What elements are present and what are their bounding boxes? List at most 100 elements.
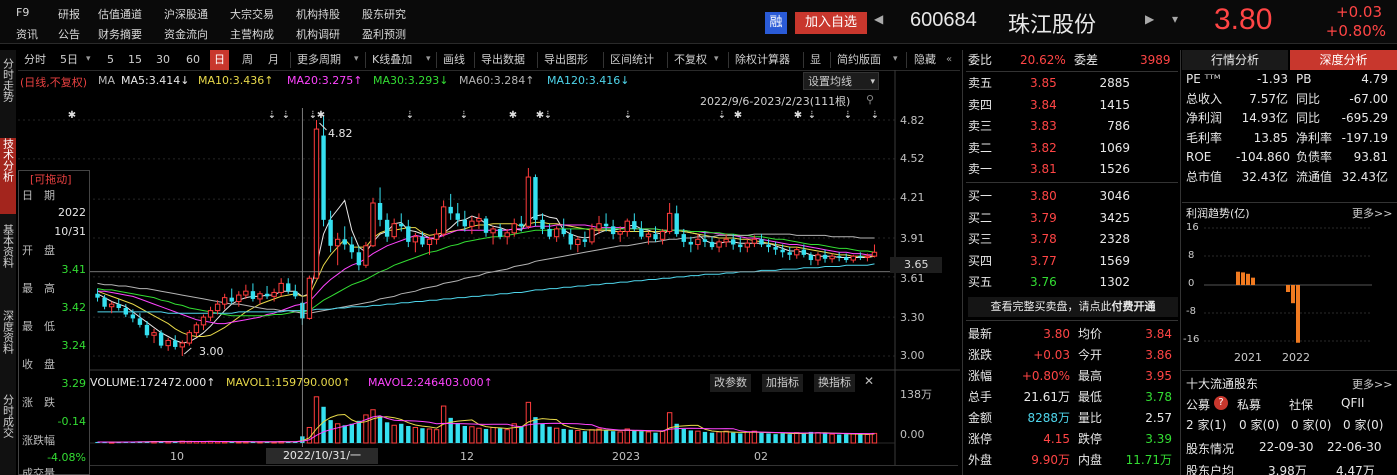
stat-label: 外盘 [968,453,993,467]
close-icon[interactable]: ✕ [864,374,874,388]
bid-price: 3.77 [1030,253,1057,268]
y-tick: 3.30 [900,311,925,324]
volume-bar [709,432,715,443]
stat-row: 涨幅 +0.80% 最高 3.95 [968,366,1178,387]
candle-body [108,303,115,308]
candle-body [144,324,150,336]
event-marker-icon: ⇣ [406,110,414,121]
candle-body [504,232,510,238]
candle-body [377,202,383,220]
volume-bar [603,430,609,443]
dropdown-icon[interactable]: ▾ [1172,12,1178,26]
event-marker-icon: ✱ [734,110,742,121]
high-mark-label: 4.82 [328,127,353,140]
volume-bar [617,431,623,444]
fund-value: -104.860 [1236,150,1290,164]
wb-value: 20.62% [1020,53,1066,67]
candle-body [229,297,234,302]
volume-bar [645,431,652,444]
ask-row[interactable]: 卖五 3.85 2885 [968,73,1178,94]
volume-bar [688,430,694,443]
fund-label: 净利润 [1186,111,1223,125]
candle-body [519,223,524,227]
stat-value: 2.57 [1145,411,1172,425]
bid-row[interactable]: 买五 3.76 1302 [968,272,1178,293]
stat-row: 涨停 4.15 跌停 3.39 [968,429,1178,450]
stat-value: 3.78 [1145,390,1172,404]
cursor-price-tag: 3.65 [890,257,942,273]
wc-value: 3989 [1140,53,1171,67]
candle-body [207,310,214,318]
ask-label: 卖五 [968,76,993,90]
stat-label: 今开 [1078,348,1103,362]
ask-row[interactable]: 卖二 3.82 1069 [968,138,1178,159]
volume-bar [469,426,475,444]
candle-body [193,324,200,334]
volume-bar [822,433,828,443]
ask-row[interactable]: 卖三 3.83 786 [968,116,1178,137]
add-indicator-button[interactable]: 加指标 [762,374,803,392]
tab-market-analysis[interactable]: 行情分析 [1182,50,1288,70]
event-marker-icon: ✱ [794,110,802,121]
fund-value: 32.43亿 [1341,169,1388,184]
candle-body [610,226,616,235]
volume-bar [610,431,616,443]
candle-body [751,238,758,244]
volume-bar [497,428,503,443]
holder-avg: 4.47万 [1336,464,1375,475]
full-orderbook-link[interactable]: 查看完整买卖盘，请点此付费开通 [968,297,1178,317]
bid-row[interactable]: 买四 3.77 1569 [968,251,1178,272]
volume-bar [589,429,595,444]
volume-label: VOLUME:172472.000↑ [90,376,216,389]
more-link[interactable]: 更多>> [1352,376,1392,392]
candle-body [645,233,652,238]
bid-price: 3.79 [1030,210,1057,225]
candle-body [659,231,666,240]
cursor-year: 2022 [58,206,86,219]
volume-bar [858,434,863,443]
bid-row[interactable]: 买一 3.80 3046 [968,186,1178,207]
cursor-high-label: 最 高 [22,282,55,295]
cursor-open-label: 开 盘 [22,244,55,257]
volume-bar [391,424,397,444]
holder-date: 22-09-30 [1259,440,1314,454]
help-icon[interactable]: ? [1214,396,1228,410]
divider [1180,50,1181,475]
candle-body [363,245,369,266]
volume-bar [540,423,545,443]
holder-avg-label: 股东户均 [1186,464,1235,475]
stat-value: 8288万 [1027,411,1070,425]
edit-params-button[interactable]: 改参数 [710,374,751,392]
volume-bar [632,430,637,443]
stock-name: 珠江股份 [1008,13,1097,38]
bid-price: 3.76 [1030,275,1057,289]
candle-body [533,177,538,220]
volume-bar [624,428,630,444]
volume-bar [490,426,496,444]
fund-row: 毛利率 13.85 净利率 -197.19 [1186,129,1397,148]
candle-body [95,293,100,298]
tab-deep-analysis[interactable]: 深度分析 [1290,50,1397,70]
bid-row[interactable]: 买二 3.79 3425 [968,208,1178,229]
switch-indicator-button[interactable]: 换指标 [814,374,855,392]
cursor-low: 3.24 [61,339,87,352]
ask-row[interactable]: 卖四 3.84 1415 [968,95,1178,116]
event-marker-icon: ⇣ [460,110,468,121]
fund-value: 93.81 [1353,150,1388,164]
candle-body [306,277,313,319]
fund-label: PB [1296,72,1312,86]
stat-value: 9.90万 [1031,453,1070,467]
cursor-close: 3.29 [61,377,87,390]
ask-row[interactable]: 卖一 3.81 1526 [968,159,1178,180]
ask-price: 3.81 [1030,162,1057,176]
next-stock-icon[interactable]: ▶ [1145,12,1154,26]
profit-axis-tick: 16 [1186,222,1199,233]
volume-bar [321,406,326,443]
cursor-date-label: 日 期 [22,189,55,202]
candle-body [836,256,842,258]
volume-bar [695,430,701,444]
bid-row[interactable]: 买三 3.78 2328 [968,229,1178,250]
candle-body [214,303,221,312]
volume-bar [582,431,588,443]
divider [966,182,1178,183]
